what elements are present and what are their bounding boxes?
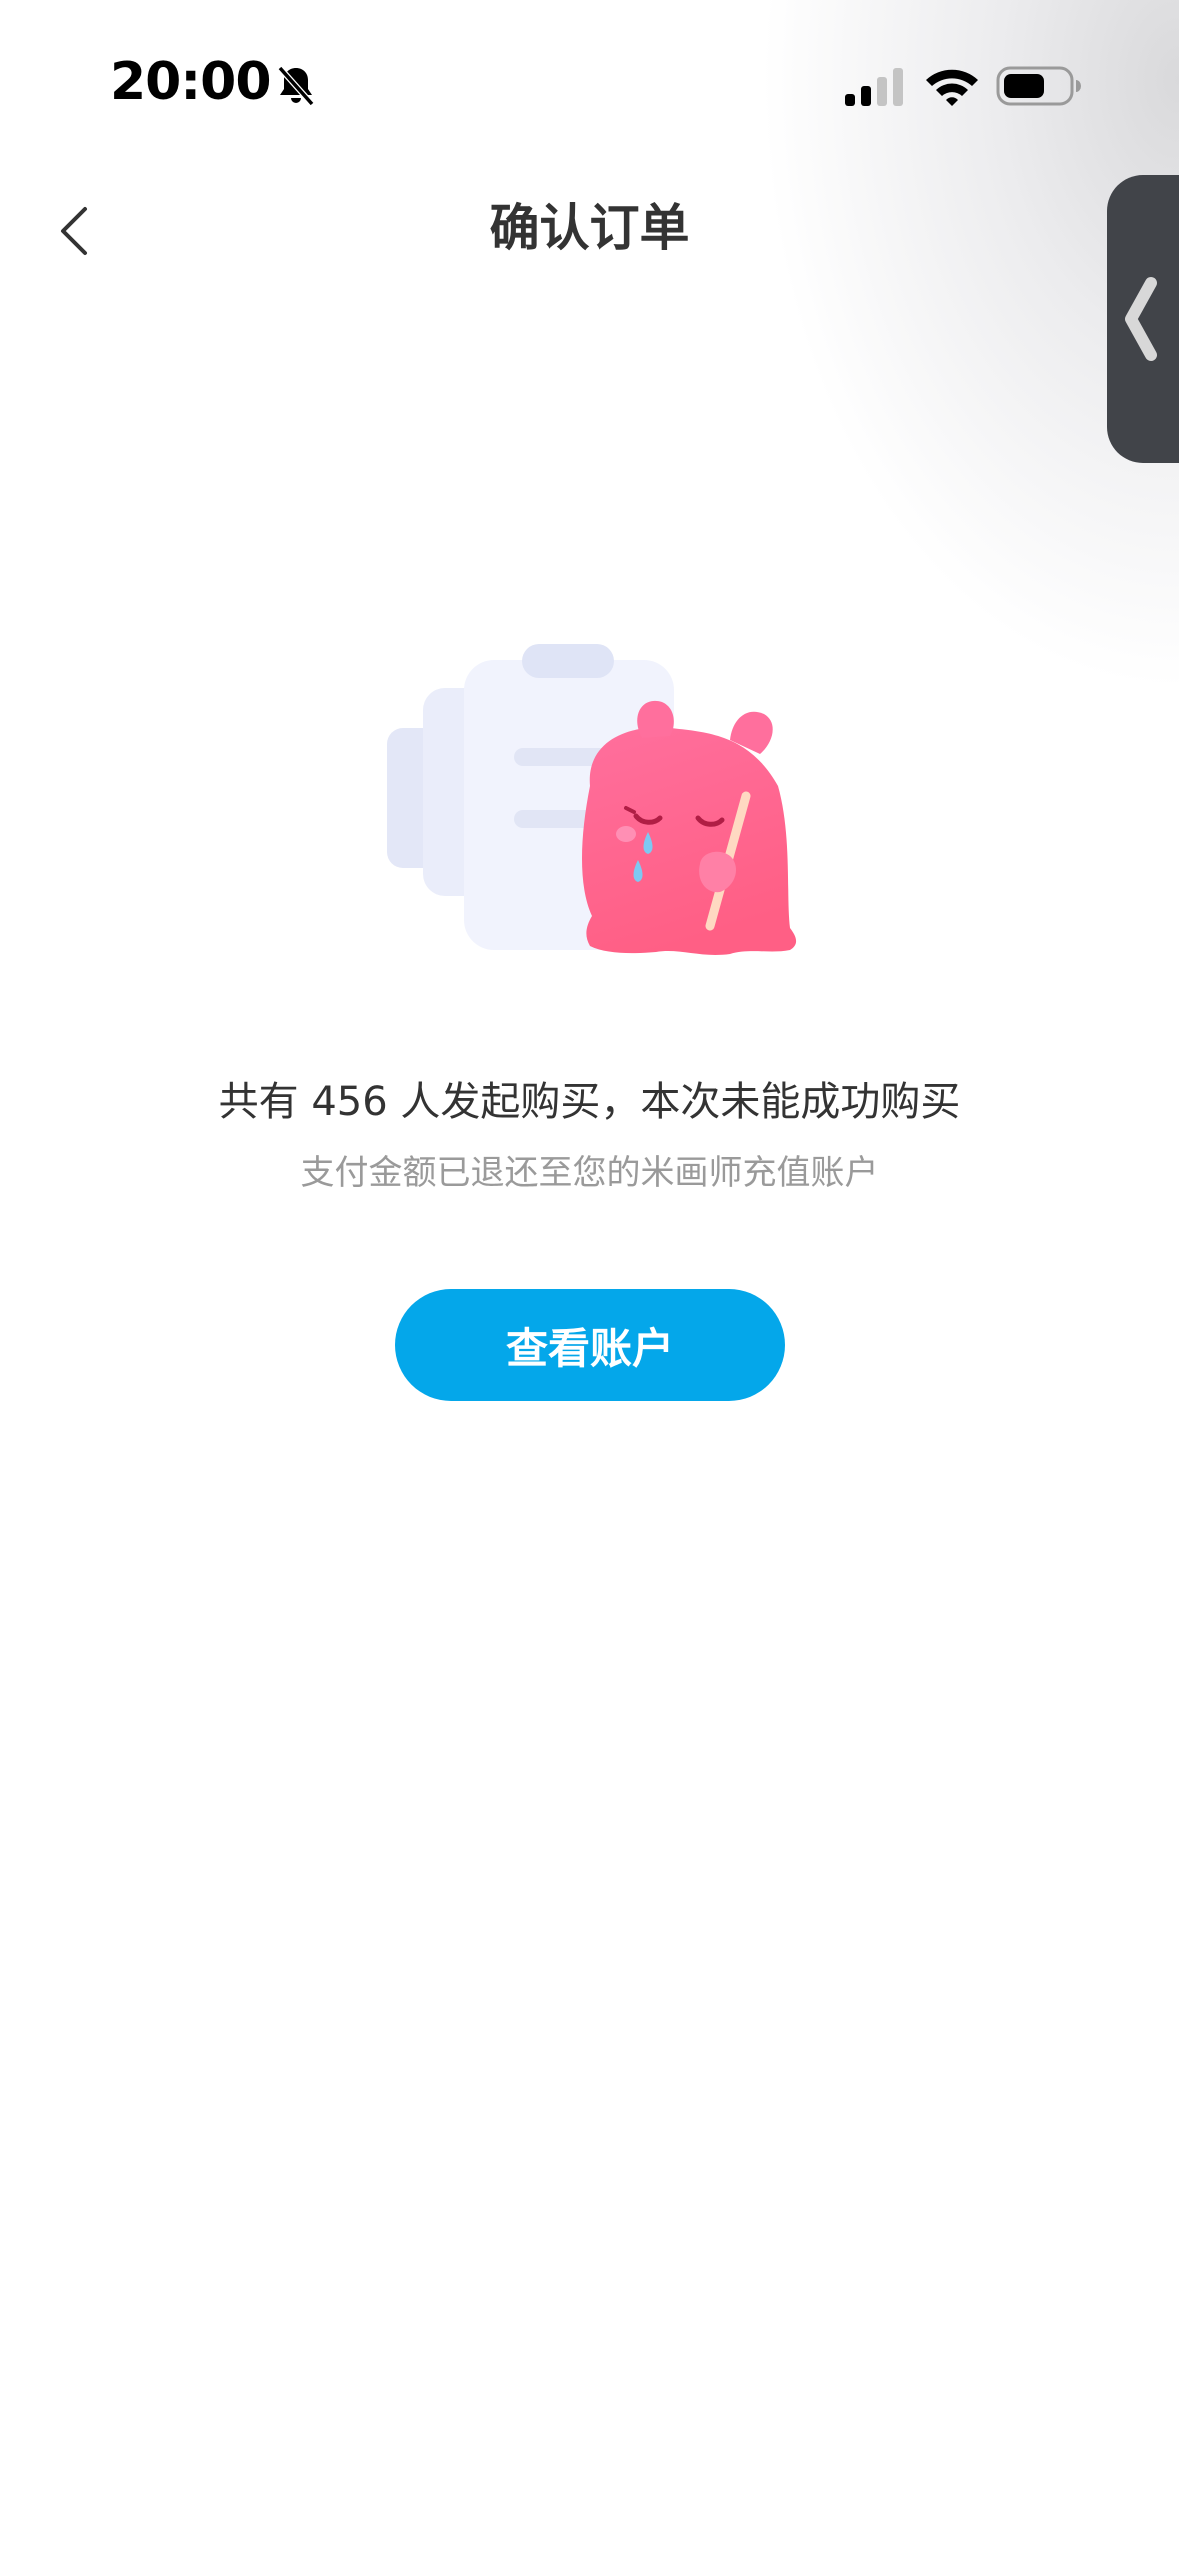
cellular-signal-icon bbox=[845, 68, 903, 106]
view-account-label: 查看账户 bbox=[505, 1323, 674, 1373]
bell-slash-icon bbox=[277, 66, 315, 106]
battery-icon bbox=[996, 66, 1081, 106]
result-message: 共有 456 人发起购买，本次未能成功购买 bbox=[218, 1079, 961, 1125]
wifi-icon bbox=[926, 69, 978, 106]
view-account-button[interactable]: 查看账户 bbox=[395, 1289, 785, 1401]
refund-note: 支付金额已退还至您的米画师充值账户 bbox=[300, 1153, 879, 1193]
empty-order-illustration bbox=[387, 644, 797, 955]
side-floating-tab[interactable] bbox=[1107, 175, 1179, 463]
page-title: 确认订单 bbox=[489, 199, 690, 257]
status-bar: 20:00 bbox=[0, 0, 1179, 170]
chevron-left-icon bbox=[1125, 277, 1157, 361]
status-time: 20:00 bbox=[110, 52, 272, 112]
